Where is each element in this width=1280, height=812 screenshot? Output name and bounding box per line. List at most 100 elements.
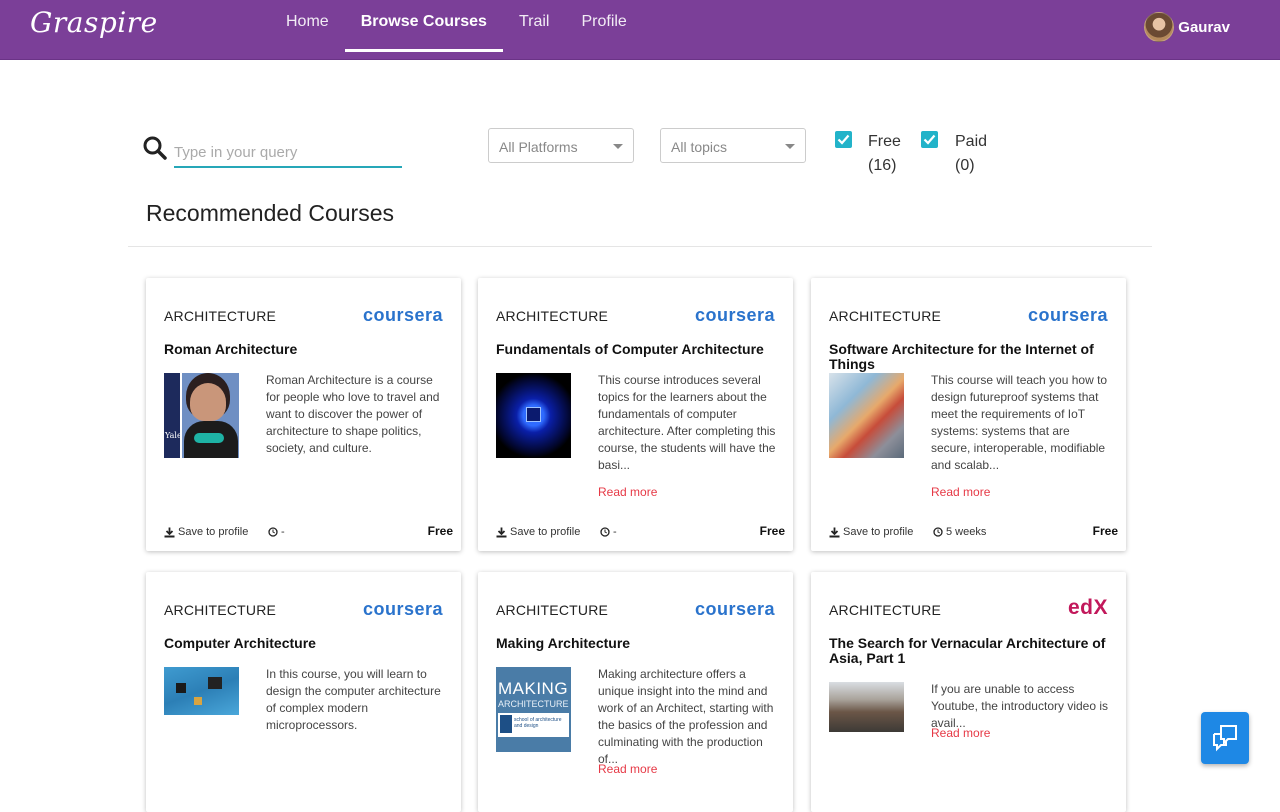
course-description: Making architecture offers a unique insi… [598,667,774,766]
course-thumbnail[interactable]: Yale [164,373,239,458]
nav-home[interactable]: Home [270,0,345,60]
download-icon [164,527,175,537]
edx-logo: edX [1067,596,1108,619]
save-label: Save to profile [843,526,914,538]
card-footer: Save to profile 5 weeks Free [829,522,1118,542]
course-description: If you are unable to access Youtube, the… [931,682,1109,730]
course-card[interactable]: ARCHITECTURE coursera Software Architect… [811,278,1126,551]
clock-icon [933,527,943,537]
platform-select[interactable]: All Platforms [488,128,634,163]
course-card[interactable]: ARCHITECTURE coursera Fundamentals of Co… [478,278,793,551]
feedback-chat-button[interactable] [1201,712,1249,764]
duration-value: - [281,526,285,538]
download-icon [496,527,507,537]
course-thumbnail[interactable] [829,682,904,732]
free-checkbox[interactable] [835,131,852,148]
course-duration: 5 weeks [933,526,986,538]
read-more-link[interactable]: Read more [598,485,657,499]
section-title: Recommended Courses [146,200,395,226]
course-card[interactable]: ARCHITECTURE edX The Search for Vernacul… [811,572,1126,812]
course-category: ARCHITECTURE [829,308,942,324]
course-thumbnail[interactable] [829,373,904,458]
checkmark-icon [923,134,936,145]
user-name[interactable]: Gaurav [1178,19,1230,36]
course-category: ARCHITECTURE [496,308,609,324]
course-category: ARCHITECTURE [496,602,609,618]
paid-filter-label[interactable]: Paid (0) [955,130,987,178]
course-thumbnail[interactable]: MAKING ARCHITECTURE school of architectu… [496,667,571,752]
save-label: Save to profile [510,526,581,538]
chat-bubbles-icon [1213,725,1237,752]
top-navbar: Graspire Home Browse Courses Trail Profi… [0,0,1280,60]
course-title[interactable]: The Search for Vernacular Architecture o… [829,636,1109,666]
search-input[interactable] [174,138,402,168]
free-label: Free [868,133,901,150]
nav-profile[interactable]: Profile [565,0,642,60]
course-title[interactable]: Fundamentals of Computer Architecture [496,342,776,357]
course-description: In this course, you will learn to design… [266,667,441,732]
course-card[interactable]: ARCHITECTURE coursera Computer Architect… [146,572,461,812]
save-to-profile-button[interactable]: Save to profile [829,526,913,538]
coursera-logo: coursera [362,305,443,325]
download-icon [829,527,840,537]
main-nav: Home Browse Courses Trail Profile [270,0,643,60]
free-count: (16) [868,157,897,174]
duration-value: 5 weeks [946,526,987,538]
course-duration: - [268,526,285,538]
thumbnail-caption: school of architecture and design [514,717,562,729]
paid-count: (0) [955,157,975,174]
divider [128,246,1152,247]
price-badge: Free [427,524,453,538]
chevron-down-icon [613,144,623,149]
thumbnail-title: MAKING [498,679,569,698]
course-thumbnail[interactable] [164,667,239,715]
yale-logo: Yale [165,431,182,440]
checkmark-icon [837,134,850,145]
course-card[interactable]: ARCHITECTURE coursera Roman Architecture… [146,278,461,551]
course-description: This course introduces several topics fo… [598,373,776,472]
card-footer: Save to profile - Free [496,522,785,542]
card-footer: Save to profile - Free [164,522,453,542]
course-category: ARCHITECTURE [164,308,277,324]
course-title[interactable]: Making Architecture [496,636,776,651]
platform-select-value: All Platforms [499,139,578,155]
price-badge: Free [759,524,785,538]
nav-trail[interactable]: Trail [503,0,566,60]
course-description: Roman Architecture is a course for peopl… [266,373,440,455]
save-to-profile-button[interactable]: Save to profile [496,526,580,538]
clock-icon [268,527,278,537]
search-icon[interactable] [142,135,168,161]
coursera-logo: coursera [694,305,775,325]
coursera-logo: coursera [362,599,443,619]
save-label: Save to profile [178,526,249,538]
chevron-down-icon [785,144,795,149]
read-more-link[interactable]: Read more [598,762,657,776]
user-menu[interactable]: Gaurav [1144,12,1230,42]
read-more-link[interactable]: Read more [931,726,990,740]
course-category: ARCHITECTURE [829,602,942,618]
course-duration: - [600,526,617,538]
coursera-logo: coursera [694,599,775,619]
nav-browse-courses[interactable]: Browse Courses [344,0,504,60]
course-description: This course will teach you how to design… [931,373,1108,472]
topic-select[interactable]: All topics [660,128,806,163]
coursera-logo: coursera [1027,305,1108,325]
paid-label: Paid [955,133,988,150]
clock-icon [600,527,610,537]
course-title[interactable]: Software Architecture for the Internet o… [829,342,1109,372]
read-more-link[interactable]: Read more [931,485,990,499]
course-category: ARCHITECTURE [164,602,277,618]
topic-select-value: All topics [671,139,728,155]
duration-value: - [613,526,617,538]
course-title[interactable]: Roman Architecture [164,342,444,357]
thumbnail-subtitle: ARCHITECTURE [498,699,569,709]
course-thumbnail[interactable] [496,373,571,458]
course-title[interactable]: Computer Architecture [164,636,444,651]
price-badge: Free [1092,524,1118,538]
course-card[interactable]: ARCHITECTURE coursera Making Architectur… [478,572,793,812]
free-filter-label[interactable]: Free (16) [868,130,901,178]
paid-checkbox[interactable] [921,131,938,148]
graspire-logo[interactable]: Graspire [30,6,158,39]
save-to-profile-button[interactable]: Save to profile [164,526,248,538]
avatar[interactable] [1144,12,1175,42]
